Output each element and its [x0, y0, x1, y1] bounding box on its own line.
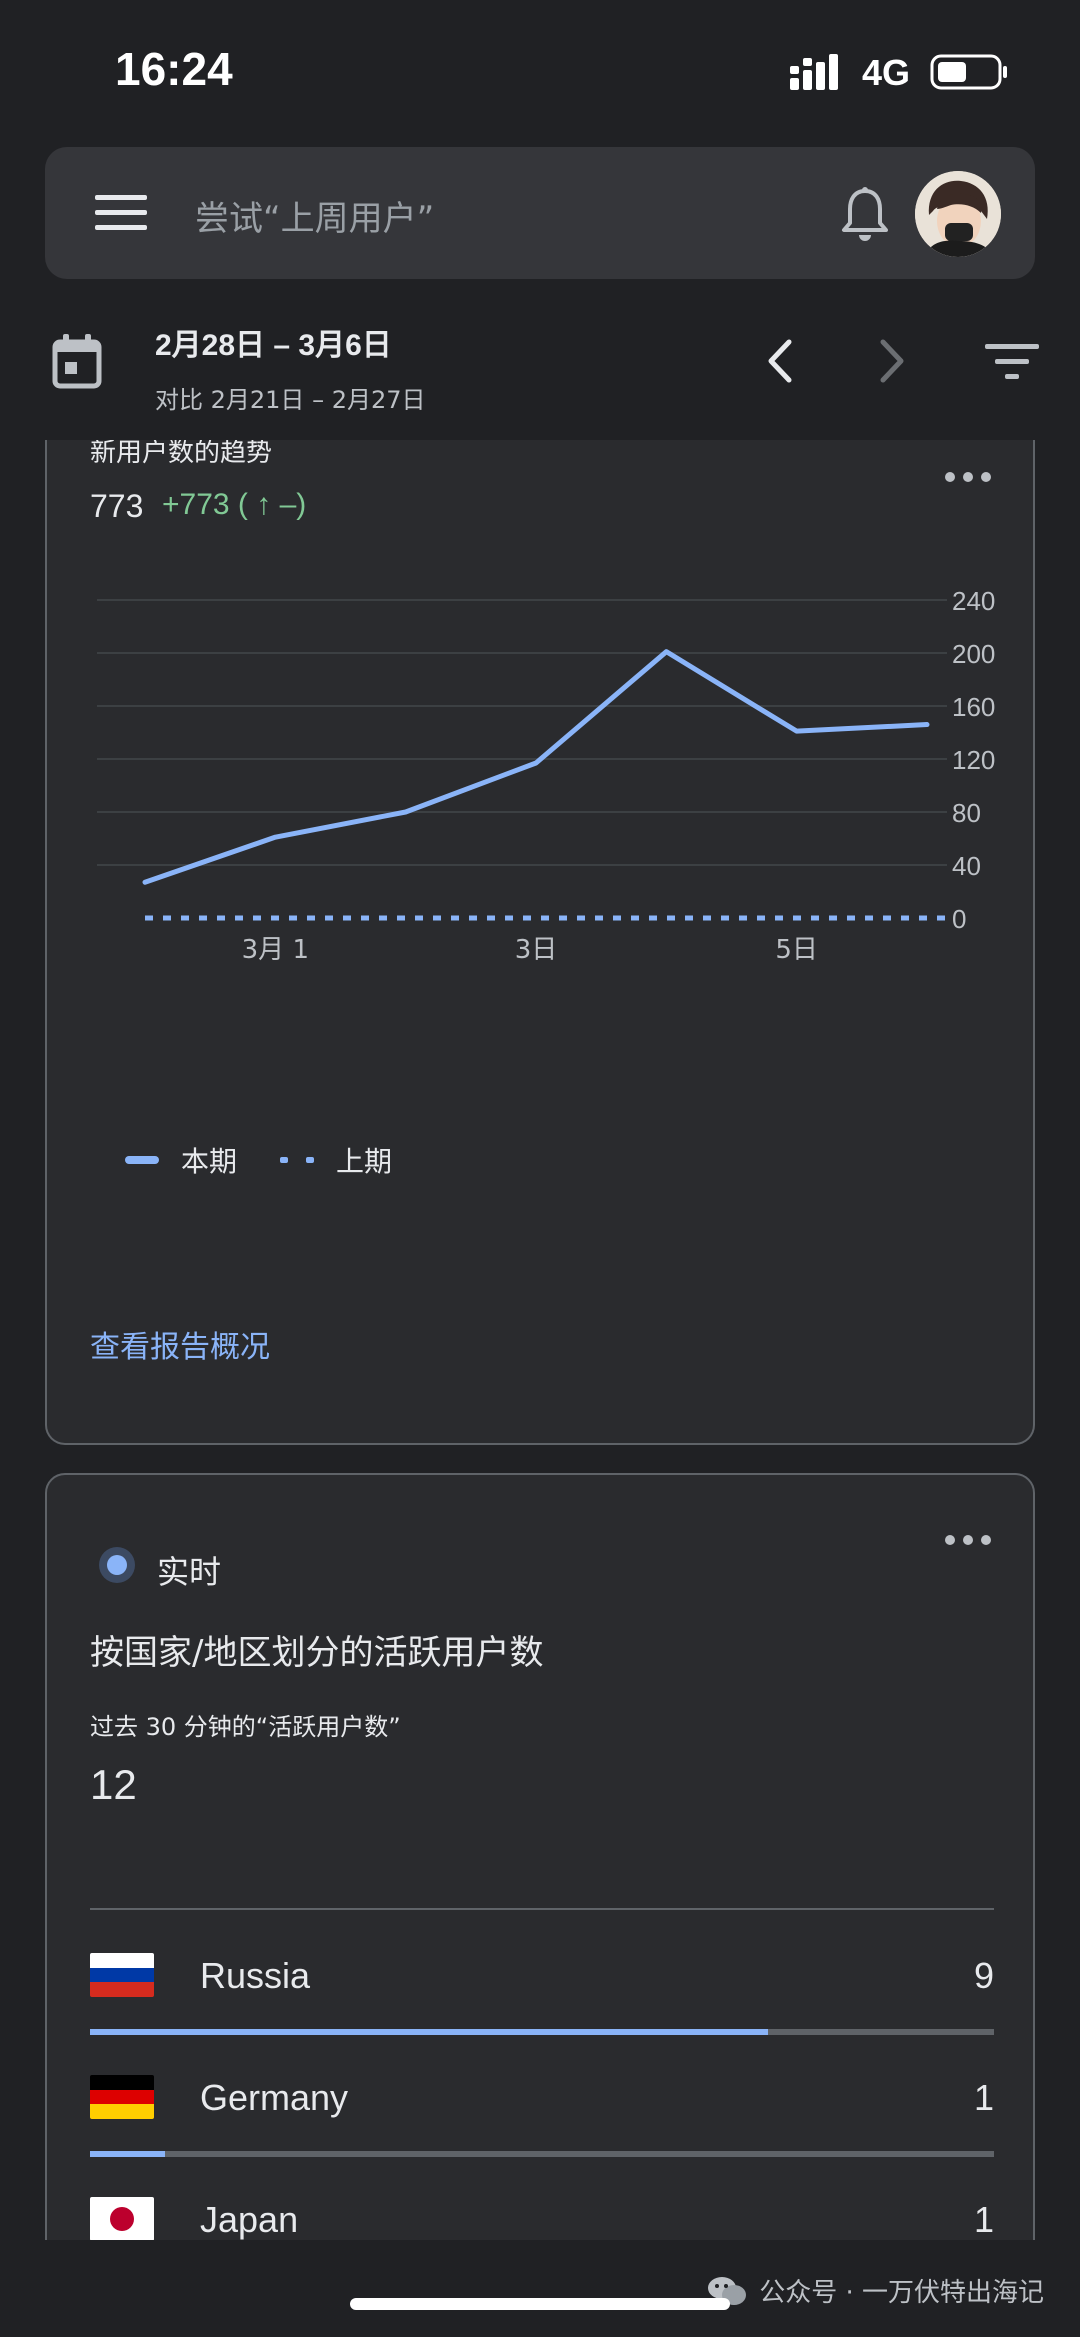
legend-label-previous: 上期	[336, 1145, 393, 1178]
japan-flag-sun	[110, 2207, 134, 2231]
divider	[90, 1908, 994, 1910]
y-tick-label: 160	[952, 692, 995, 722]
flag-stripe	[90, 2075, 154, 2090]
realtime-card: 实时 按国家/地区划分的活跃用户数 过去 30 分钟的“活跃用户数” 12 Ru…	[45, 1473, 1035, 2337]
x-tick-label: 3月 1	[242, 935, 309, 965]
germany-flag-icon	[90, 2075, 154, 2119]
legend-dashed-line-swatch	[280, 1157, 314, 1163]
user-avatar[interactable]	[915, 171, 1001, 257]
status-time: 16:24	[115, 43, 233, 95]
realtime-label: 实时	[157, 1553, 222, 1591]
x-tick-label: 3日	[515, 935, 558, 965]
y-tick-label: 120	[952, 745, 995, 775]
country-count: 1	[973, 2077, 994, 2118]
home-indicator[interactable]	[350, 2298, 730, 2310]
y-tick-label: 40	[952, 851, 981, 881]
network-type: 4G	[862, 52, 911, 93]
y-tick-label: 240	[952, 586, 995, 616]
watermark-text: 公众号 · 一万伏特出海记	[759, 2278, 1044, 2308]
signal-strength-icon	[790, 54, 838, 90]
country-row-russia[interactable]: Russia 9	[90, 1911, 994, 2035]
realtime-active-users-count: 12	[90, 1761, 137, 1808]
more-options-icon[interactable]	[943, 1533, 993, 1547]
series-line-current	[142, 649, 930, 885]
flag-stripe	[90, 1982, 154, 1997]
flag-stripe	[90, 1967, 154, 1983]
realtime-subtitle: 过去 30 分钟的“活跃用户数”	[90, 1713, 401, 1741]
flag-stripe	[90, 1953, 154, 1968]
battery-icon	[930, 54, 1007, 90]
japan-flag-icon	[90, 2197, 154, 2241]
new-users-line-chart: 0 40 80 120 160 200 240 3月 1 3日 5日	[97, 586, 995, 965]
flag-stripe	[90, 2104, 154, 2119]
x-tick-label: 5日	[775, 935, 818, 965]
more-options-icon[interactable]	[943, 470, 993, 484]
compare-date-range: 对比 2月21日 – 2月27日	[155, 386, 426, 414]
notifications-bell-icon[interactable]	[840, 187, 890, 243]
view-report-overview-link[interactable]: 查看报告概况	[90, 1322, 270, 1366]
hamburger-menu-icon[interactable]	[95, 195, 147, 231]
current-date-range[interactable]: 2月28日 – 3月6日	[155, 320, 392, 364]
search-bar[interactable]: 尝试“上周用户”	[45, 147, 1035, 279]
filter-icon[interactable]	[985, 342, 1039, 382]
legend-item-current: 本期	[125, 1140, 237, 1180]
status-bar: 16:24 4G	[0, 0, 1080, 140]
y-tick-label: 0	[952, 904, 966, 934]
country-row-germany[interactable]: Germany 1	[90, 2033, 994, 2157]
realtime-title: 按国家/地区划分的活跃用户数	[90, 1633, 544, 1673]
y-tick-label: 200	[952, 639, 995, 669]
flag-stripe	[90, 2089, 154, 2105]
new-users-trend-card: 新用户数的趋势 773 +773 ( ↑ –) 0 40 80 120 160 200 24…	[45, 360, 1035, 1445]
country-count: 9	[973, 1955, 994, 1996]
country-name: Japan	[200, 2199, 299, 2240]
calendar-icon[interactable]	[52, 334, 102, 390]
avatar-portrait-icon	[915, 171, 1001, 257]
chevron-right-icon[interactable]	[877, 338, 907, 384]
country-name: Russia	[200, 1955, 311, 1996]
trend-total-value: 773	[90, 488, 144, 524]
country-name: Germany	[200, 2077, 349, 2118]
realtime-indicator-icon	[99, 1547, 135, 1583]
legend-item-previous: 上期	[280, 1140, 392, 1180]
country-count: 1	[973, 2199, 994, 2240]
y-tick-label: 80	[952, 798, 981, 828]
date-range-bar: 2月28日 – 3月6日 对比 2月21日 – 2月27日	[0, 290, 1080, 440]
trend-delta-value: +773 ( ↑ –)	[162, 488, 307, 521]
legend-label-current: 本期	[181, 1145, 238, 1178]
search-input[interactable]: 尝试“上周用户”	[195, 191, 434, 240]
watermark: 公众号 · 一万伏特出海记	[707, 2272, 1044, 2309]
chevron-left-icon[interactable]	[765, 338, 795, 384]
russia-flag-icon	[90, 1953, 154, 1997]
legend-solid-line-swatch	[125, 1156, 159, 1164]
